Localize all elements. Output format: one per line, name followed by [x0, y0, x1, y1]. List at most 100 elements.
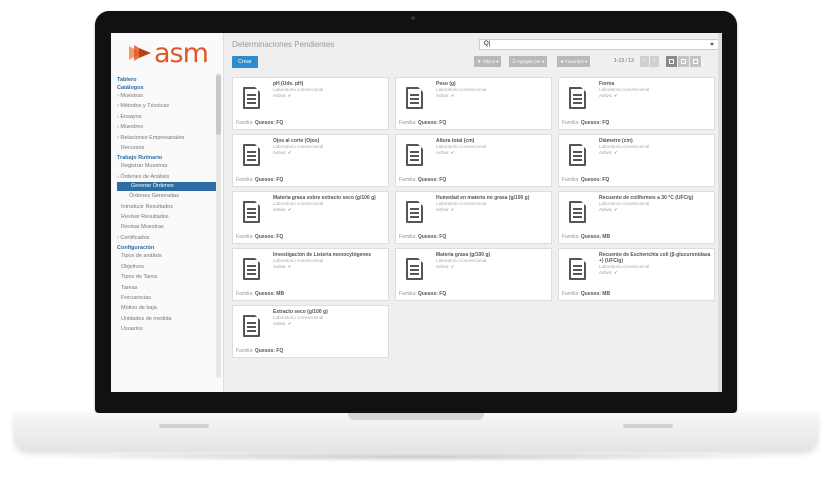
document-icon: [243, 258, 260, 280]
card-family: Familia: Quesos: FQ: [399, 291, 446, 297]
sidebar-item[interactable]: Tipos de análisis: [117, 251, 223, 261]
sidebar-item[interactable]: › Muestras: [117, 91, 223, 101]
chevron-down-icon[interactable]: [710, 43, 714, 46]
kanban-card[interactable]: Extracto seco (g/100 g) Laboratorio conve…: [232, 305, 389, 358]
document-icon: [569, 201, 586, 223]
card-family-label: Familia:: [562, 234, 580, 240]
group-by-button[interactable]: ☰ Agrupar por ▾: [509, 56, 548, 67]
sidebar-item-active[interactable]: Generar Órdenes: [117, 182, 217, 192]
favorites-button[interactable]: ★ Favoritos ▾: [557, 56, 591, 67]
kanban-card[interactable]: Materia grasa sobre extracto seco (g/100…: [232, 191, 389, 244]
app-screen: asm Tablero Catálogos › Muestras › Métodos …: [111, 33, 722, 392]
card-active: Activo: ✔: [273, 93, 292, 98]
sidebar-item[interactable]: Usuarios: [117, 324, 223, 334]
sidebar-item[interactable]: Motivo de baja: [117, 303, 223, 313]
kanban-card[interactable]: Ojos al corte (Ojos) Laboratorio convenci…: [232, 134, 389, 187]
sidebar-item[interactable]: Unidades de medida: [117, 314, 223, 324]
card-family: Familia: Quesos: FQ: [562, 177, 609, 183]
card-family: Familia: Quesos: FQ: [399, 177, 446, 183]
kanban-card[interactable]: pH (Uds. pH) Laboratorio convencional Acti…: [232, 77, 389, 130]
search-input[interactable]: Q|: [479, 39, 719, 50]
logo-mark-icon: [129, 45, 151, 61]
document-icon: [406, 201, 423, 223]
card-family-value: Quesos: FQ: [580, 177, 610, 183]
control-panel: Determinaciones Pendientes Crear Q| ▼ Fi…: [224, 33, 722, 68]
sidebar-item[interactable]: › Órdenes de Análisis: [117, 172, 223, 182]
card-body: Humedad en materia no grasa (g/100 g) Lab…: [436, 195, 548, 213]
card-family-value: Quesos: MB: [254, 291, 285, 297]
sidebar-item[interactable]: Revisar Muestras: [117, 222, 223, 232]
kanban-card[interactable]: Forma Laboratorio convencional Activo: ✔ Fa…: [558, 77, 715, 130]
laptop-shadow: [30, 452, 800, 462]
card-body: Extracto seco (g/100 g) Laboratorio conve…: [273, 309, 385, 327]
kanban-card[interactable]: Materia grasa (g/100 g) Laboratorio conve…: [395, 248, 552, 301]
sidebar: asm Tablero Catálogos › Muestras › Métodos …: [111, 33, 224, 392]
card-body: Recuento de Escherichia coli (β-glucuron…: [599, 252, 711, 276]
card-body: Altura total (cm) Laboratorio convenciona…: [436, 138, 548, 156]
hinge-right: [623, 424, 673, 428]
create-button[interactable]: Crear: [232, 56, 258, 68]
list-icon: [681, 59, 686, 64]
sidebar-scrollbar[interactable]: [216, 73, 221, 378]
card-family-value: Quesos: FQ: [254, 234, 284, 240]
card-family: Familia: Quesos: FQ: [236, 348, 283, 354]
kanban-view-button[interactable]: [666, 56, 677, 67]
document-icon: [243, 315, 260, 337]
card-family-value: Quesos: FQ: [417, 291, 447, 297]
kanban-card[interactable]: Altura total (cm) Laboratorio convenciona…: [395, 134, 552, 187]
kanban-card[interactable]: Recuento de Escherichia coli (β-glucuron…: [558, 248, 715, 301]
filters-button[interactable]: ▼ Filtros ▾: [474, 56, 502, 67]
card-family-value: Quesos: FQ: [417, 234, 447, 240]
sidebar-item[interactable]: › Ensayos: [117, 112, 223, 122]
card-family-label: Familia:: [562, 291, 580, 297]
sidebar-item[interactable]: Tipos de Tarea: [117, 272, 223, 282]
kanban-card[interactable]: Investigación de Listeria monocytógenes L…: [232, 248, 389, 301]
card-family-value: Quesos: FQ: [254, 120, 284, 126]
sidebar-item[interactable]: Recursos: [117, 143, 223, 153]
card-family: Familia: Quesos: FQ: [236, 177, 283, 183]
document-icon: [569, 258, 586, 280]
card-body: Forma Laboratorio convencional Activo: ✔: [599, 81, 711, 99]
card-family-label: Familia:: [236, 291, 254, 297]
prev-page-button[interactable]: ‹: [640, 56, 649, 67]
card-active: Activo: ✔: [599, 270, 618, 275]
sidebar-item[interactable]: Introducir Resultados: [117, 202, 223, 212]
logo[interactable]: asm: [111, 33, 223, 73]
sidebar-item[interactable]: Registrar Muestras: [117, 161, 223, 171]
kanban-card[interactable]: Recuento de coliformes a 30 °C (UFC/g) La…: [558, 191, 715, 244]
sidebar-item[interactable]: Objetivos: [117, 262, 223, 272]
card-family: Familia: Quesos: FQ: [236, 120, 283, 126]
kanban-card[interactable]: Humedad en materia no grasa (g/100 g) Lab…: [395, 191, 552, 244]
sidebar-item[interactable]: Tareas: [117, 283, 223, 293]
page-title: Determinaciones Pendientes: [232, 40, 335, 49]
card-family-value: Quesos: FQ: [580, 120, 610, 126]
next-page-button[interactable]: ›: [650, 56, 659, 67]
card-family-value: Quesos: FQ: [417, 120, 447, 126]
card-active: Activo: ✔: [273, 321, 292, 326]
logo-text: asm: [154, 37, 209, 69]
sidebar-item[interactable]: Órdenes Generadas: [117, 191, 223, 201]
kanban-card[interactable]: Diámetro (cm) Laboratorio convencional Act…: [558, 134, 715, 187]
pivot-view-button[interactable]: [690, 56, 701, 67]
card-family: Familia: Quesos: MB: [562, 234, 610, 240]
sidebar-item[interactable]: › Certificados: [117, 233, 223, 243]
sidebar-item[interactable]: › Métodos y Técnicas: [117, 101, 223, 111]
card-family-label: Familia:: [562, 177, 580, 183]
card-family: Familia: Quesos: MB: [562, 291, 610, 297]
main-scrollbar[interactable]: [718, 33, 722, 392]
card-family: Familia: Quesos: FQ: [562, 120, 609, 126]
card-active: Activo: ✔: [273, 264, 292, 269]
sidebar-section-header[interactable]: Tablero: [117, 77, 223, 83]
sidebar-scroll-thumb[interactable]: [216, 75, 221, 135]
kanban-card[interactable]: Peso (g) Laboratorio convencional Activo: …: [395, 77, 552, 130]
card-active: Activo: ✔: [599, 207, 618, 212]
laptop-mockup: asm Tablero Catálogos › Muestras › Métodos …: [0, 0, 830, 477]
list-view-button[interactable]: [678, 56, 689, 67]
card-body: pH (Uds. pH) Laboratorio convencional Acti…: [273, 81, 385, 99]
sidebar-item[interactable]: Frecuencias: [117, 293, 223, 303]
card-active: Activo: ✔: [273, 150, 292, 155]
card-body: Ojos al corte (Ojos) Laboratorio convenci…: [273, 138, 385, 156]
sidebar-item[interactable]: › Muestreo: [117, 122, 223, 132]
sidebar-item[interactable]: Revisar Resultados: [117, 212, 223, 222]
sidebar-item[interactable]: › Relaciones Empresariales: [117, 133, 223, 143]
